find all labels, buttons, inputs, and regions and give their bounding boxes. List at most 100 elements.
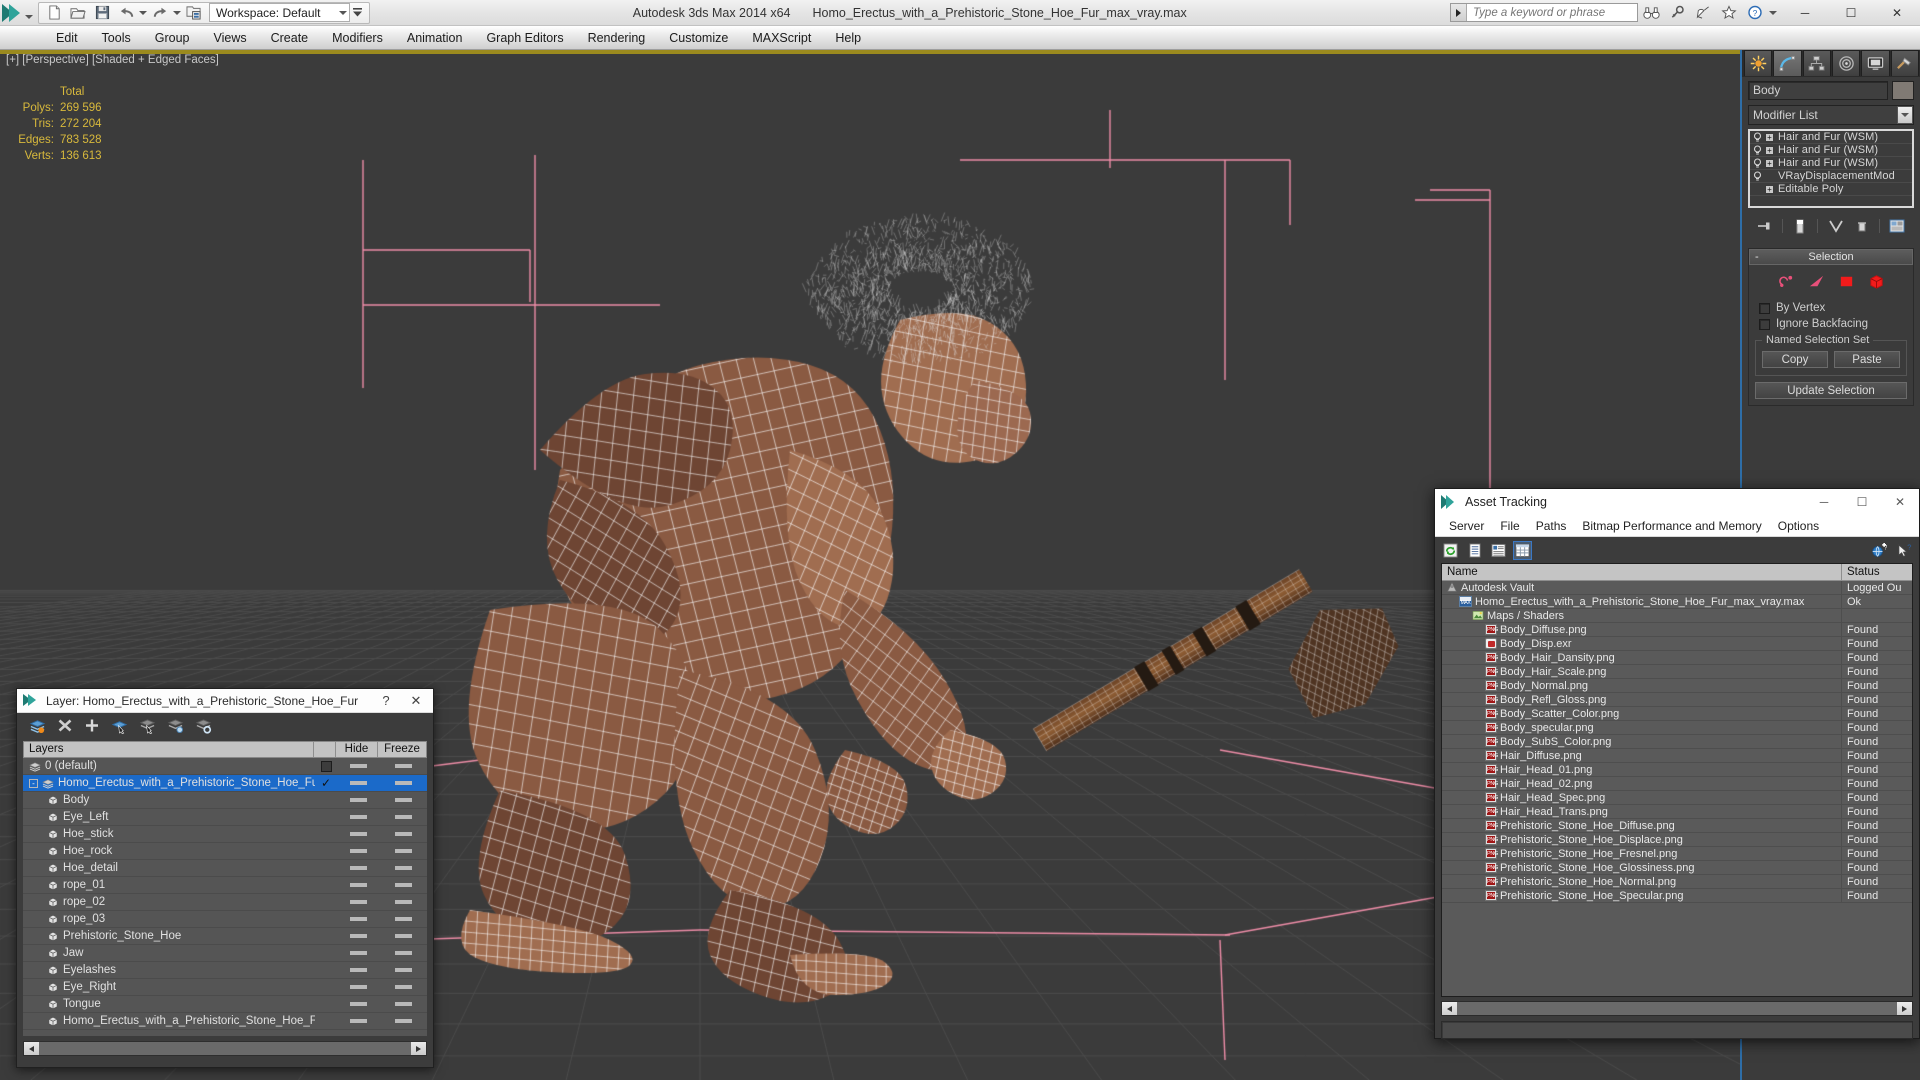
scroll-left-icon[interactable]	[24, 1042, 39, 1055]
polygon-icon[interactable]	[1868, 273, 1885, 293]
modifier-list-dropdown[interactable]: Modifier List	[1748, 105, 1914, 125]
asset-row[interactable]: Hair_Head_01.pngFound	[1442, 763, 1912, 777]
scroll-track[interactable]	[39, 1042, 411, 1055]
hide-toggle-dash[interactable]	[350, 849, 367, 853]
menu-item-animation[interactable]: Animation	[395, 27, 475, 49]
layer-row-name-cell[interactable]: 0 (default)	[23, 760, 315, 772]
asset-name-cell[interactable]: Body_Disp.exr	[1442, 637, 1842, 650]
redo-icon[interactable]	[148, 3, 172, 23]
key-icon[interactable]	[1664, 1, 1690, 25]
save-file-icon[interactable]	[90, 3, 114, 23]
layer-hide-cell[interactable]	[337, 866, 379, 870]
modifier-light-bulb-icon[interactable]	[1752, 132, 1763, 143]
vertex-icon[interactable]	[1778, 273, 1795, 293]
asset-row[interactable]: Prehistoric_Stone_Hoe_Specular.pngFound	[1442, 889, 1912, 903]
freeze-toggle-dash[interactable]	[395, 1019, 412, 1023]
menu-item-group[interactable]: Group	[143, 27, 202, 49]
scroll-left-icon[interactable]	[1442, 1002, 1457, 1015]
modifier-stack-row[interactable]: VRayDisplacementMod	[1750, 170, 1912, 183]
ignore-backfacing-checkbox[interactable]	[1759, 319, 1770, 330]
modifier-stack-row[interactable]: + Hair and Fur (WSM)	[1750, 131, 1912, 144]
asset-dialog-title-bar[interactable]: Asset Tracking ─ ☐ ✕	[1435, 489, 1919, 515]
layer-row-name-cell[interactable]: Body	[23, 794, 315, 806]
menu-item-customize[interactable]: Customize	[657, 27, 740, 49]
layer-row[interactable]: rope_01	[23, 877, 427, 894]
asset-name-cell[interactable]: Body_specular.png	[1442, 721, 1842, 734]
layer-hide-cell[interactable]	[337, 781, 379, 785]
asset-row[interactable]: Hair_Head_Trans.png Found	[1442, 805, 1912, 819]
create-tab[interactable]	[1744, 50, 1772, 76]
asset-row[interactable]: Homo_Erectus_with_a_Prehistoric_Stone_Ho…	[1442, 595, 1912, 609]
layer-row-name-cell[interactable]: Hoe_detail	[23, 862, 315, 874]
search-input[interactable]	[1467, 7, 1637, 19]
layer-row[interactable]: Prehistoric_Stone_Hoe	[23, 928, 427, 945]
asset-menu-item-file[interactable]: File	[1492, 516, 1527, 536]
selection-rollout-header[interactable]: - Selection	[1749, 249, 1913, 265]
select-objects-in-layer-icon[interactable]	[111, 718, 128, 737]
layer-row[interactable]: Hoe_detail	[23, 860, 427, 877]
show-end-result-icon[interactable]	[1791, 217, 1809, 235]
modifier-light-bulb-icon[interactable]	[1752, 145, 1763, 156]
help-dropdown-icon[interactable]	[1768, 3, 1778, 23]
freeze-toggle-dash[interactable]	[395, 849, 412, 853]
display-tab[interactable]	[1861, 50, 1889, 76]
by-vertex-checkbox-row[interactable]: By Vertex	[1749, 300, 1913, 316]
minimize-button[interactable]: ─	[1782, 0, 1828, 26]
layer-row-name-cell[interactable]: - Homo_Erectus_with_a_Prehistoric_Stone_H…	[23, 777, 315, 789]
modifier-stack-row[interactable]: + Hair and Fur (WSM)	[1750, 144, 1912, 157]
update-selection-button[interactable]: Update Selection	[1755, 382, 1907, 399]
asset-horizontal-scrollbar[interactable]	[1441, 1001, 1913, 1016]
asset-name-cell[interactable]: Body_Diffuse.png	[1442, 623, 1842, 636]
hide-toggle-dash[interactable]	[350, 900, 367, 904]
freeze-toggle-dash[interactable]	[395, 985, 412, 989]
layer-hide-cell[interactable]	[337, 1019, 379, 1023]
layer-row[interactable]: rope_03	[23, 911, 427, 928]
scroll-right-icon[interactable]	[411, 1042, 426, 1055]
by-vertex-checkbox[interactable]	[1759, 303, 1770, 314]
modify-tab[interactable]	[1773, 50, 1801, 76]
hide-toggle-dash[interactable]	[350, 866, 367, 870]
freeze-toggle-dash[interactable]	[395, 951, 412, 955]
asset-row[interactable]: Prehistoric_Stone_Hoe_Displace.pngFound	[1442, 833, 1912, 847]
asset-tracking-dialog[interactable]: Asset Tracking ─ ☐ ✕ Server File Paths Bitm…	[1434, 488, 1920, 1039]
asset-row[interactable]: Body_specular.pngFound	[1442, 721, 1912, 735]
details-view-icon[interactable]	[1489, 541, 1508, 560]
hide-toggle-dash[interactable]	[350, 781, 367, 785]
ignore-backfacing-checkbox-row[interactable]: Ignore Backfacing	[1749, 316, 1913, 332]
asset-row[interactable]: Body_Refl_Gloss.png Found	[1442, 693, 1912, 707]
new-file-icon[interactable]	[42, 3, 66, 23]
menu-item-graph-editors[interactable]: Graph Editors	[474, 27, 575, 49]
rollout-collapse-icon[interactable]: -	[1755, 251, 1759, 263]
menu-item-modifiers[interactable]: Modifiers	[320, 27, 395, 49]
make-unique-icon[interactable]	[1827, 217, 1845, 235]
layer-hide-cell[interactable]	[337, 1002, 379, 1006]
layer-hide-cell[interactable]	[337, 798, 379, 802]
asset-name-cell[interactable]: Prehistoric_Stone_Hoe_Normal.png	[1442, 875, 1842, 888]
layer-freeze-cell[interactable]	[379, 849, 427, 853]
layer-freeze-cell[interactable]	[379, 1002, 427, 1006]
delete-layer-icon[interactable]	[57, 718, 73, 736]
hide-toggle-dash[interactable]	[350, 968, 367, 972]
asset-name-cell[interactable]: Body_Hair_Dansity.png	[1442, 651, 1842, 664]
edge-icon[interactable]	[1808, 273, 1825, 293]
asset-row[interactable]: Body_SubS_Color.png Found	[1442, 735, 1912, 749]
asset-row[interactable]: Prehistoric_Stone_Hoe_Glossiness.pngFoun…	[1442, 861, 1912, 875]
hide-toggle-dash[interactable]	[350, 917, 367, 921]
layer-freeze-cell[interactable]	[379, 968, 427, 972]
layer-row-name-cell[interactable]: Eyelashes	[23, 964, 315, 976]
asset-name-cell[interactable]: Body_SubS_Color.png	[1442, 735, 1842, 748]
add-layer-icon[interactable]	[84, 718, 100, 736]
context-help-icon[interactable]: ?	[1894, 541, 1913, 560]
freeze-column-header[interactable]: Freeze	[378, 742, 426, 757]
layer-row-name-cell[interactable]: Prehistoric_Stone_Hoe	[23, 930, 315, 942]
asset-row[interactable]: Hair_Head_Spec.pngFound	[1442, 791, 1912, 805]
asset-grid[interactable]: Name Status Autodesk Vault Logged Ou Homo_…	[1441, 563, 1913, 997]
layer-freeze-cell[interactable]	[379, 985, 427, 989]
border-icon[interactable]	[1838, 273, 1855, 293]
menu-item-rendering[interactable]: Rendering	[576, 27, 658, 49]
asset-status-column-header[interactable]: Status	[1842, 564, 1912, 580]
asset-name-cell[interactable]: Body_Hair_Scale.png	[1442, 665, 1842, 678]
expand-modifier-icon[interactable]: +	[1765, 133, 1774, 142]
expand-modifier-icon[interactable]: +	[1765, 185, 1774, 194]
layer-row-name-cell[interactable]: rope_03	[23, 913, 315, 925]
